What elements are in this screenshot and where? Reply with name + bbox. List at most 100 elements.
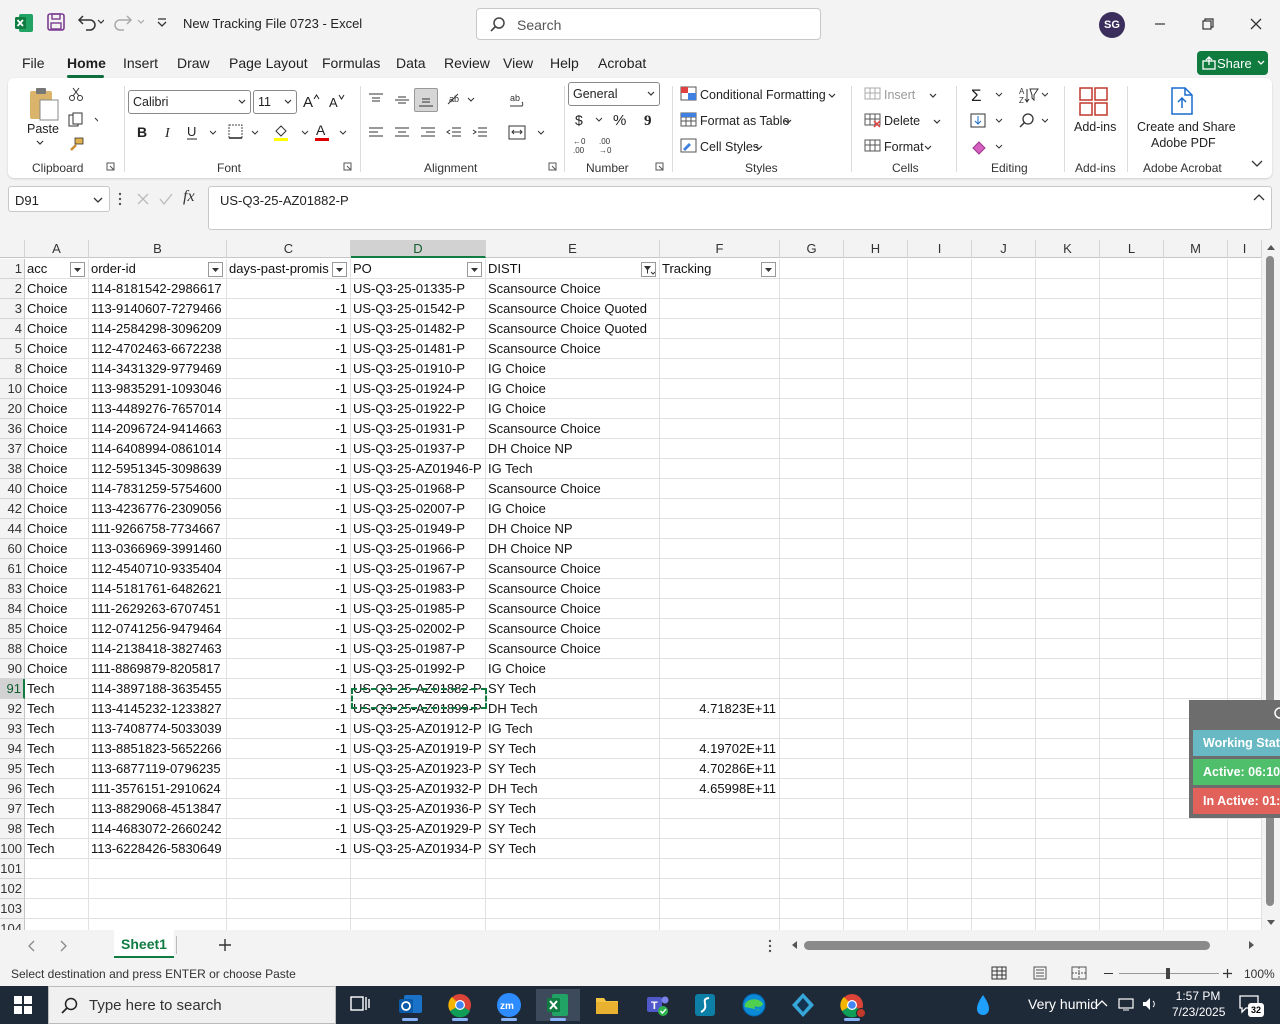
customize-toolbar-icon[interactable] xyxy=(155,12,169,32)
insert-cells-icon[interactable] xyxy=(864,86,882,102)
cell-days[interactable]: -1 xyxy=(227,639,351,659)
cell-po[interactable] xyxy=(351,879,486,899)
empty-cell[interactable] xyxy=(972,679,1036,699)
row-header[interactable]: 8 xyxy=(0,359,25,379)
cell-days[interactable]: -1 xyxy=(227,499,351,519)
empty-cell[interactable] xyxy=(1036,279,1100,299)
empty-cell[interactable] xyxy=(844,259,908,279)
empty-cell[interactable] xyxy=(1100,859,1164,879)
delete-cells-icon[interactable] xyxy=(864,112,882,128)
sketch-app-icon[interactable] xyxy=(683,989,727,1021)
teams-icon[interactable]: T xyxy=(634,989,678,1021)
empty-cell[interactable] xyxy=(972,879,1036,899)
volume-icon[interactable] xyxy=(1141,996,1159,1012)
empty-cell[interactable] xyxy=(1164,539,1228,559)
column-header-f[interactable]: F xyxy=(660,240,780,258)
cell-days[interactable]: -1 xyxy=(227,399,351,419)
cell-track[interactable] xyxy=(660,679,780,699)
row-header[interactable]: 88 xyxy=(0,639,25,659)
empty-cell[interactable] xyxy=(1100,639,1164,659)
column-header-m[interactable]: M xyxy=(1164,240,1228,258)
cell-po[interactable]: US-Q3-25-01910-P xyxy=(351,359,486,379)
cell-track[interactable]: 4.71823E+11 xyxy=(660,699,780,719)
cell-po[interactable]: US-Q3-25-AZ01946-P xyxy=(351,459,486,479)
filter-dropdown-icon[interactable] xyxy=(70,262,85,277)
windows-start-icon[interactable] xyxy=(14,996,32,1014)
percent-icon[interactable]: % xyxy=(612,112,630,128)
cell-po[interactable]: US-Q3-25-01987-P xyxy=(351,639,486,659)
cell-days[interactable]: -1 xyxy=(227,679,351,699)
cell-days[interactable]: -1 xyxy=(227,539,351,559)
chevron-down-icon[interactable] xyxy=(36,140,44,146)
cell-order[interactable]: 114-7831259-5754600 xyxy=(89,479,227,499)
cell-acc[interactable]: Choice xyxy=(25,579,89,599)
cell-disti[interactable] xyxy=(486,919,660,930)
cell-acc[interactable]: Tech xyxy=(25,839,89,859)
row-header[interactable]: 95 xyxy=(0,759,25,779)
empty-cell[interactable] xyxy=(972,539,1036,559)
scroll-up-icon[interactable] xyxy=(1266,243,1276,251)
empty-cell[interactable] xyxy=(972,719,1036,739)
empty-cell[interactable] xyxy=(908,799,972,819)
empty-cell[interactable] xyxy=(1100,379,1164,399)
empty-cell[interactable] xyxy=(780,859,844,879)
row-header[interactable]: 10 xyxy=(0,379,25,399)
empty-cell[interactable] xyxy=(908,819,972,839)
column-header-c[interactable]: C xyxy=(227,240,351,258)
empty-cell[interactable] xyxy=(1164,439,1228,459)
cell-track[interactable] xyxy=(660,899,780,919)
empty-cell[interactable] xyxy=(1036,379,1100,399)
empty-cell[interactable] xyxy=(1164,819,1228,839)
empty-cell[interactable] xyxy=(1164,599,1228,619)
empty-cell[interactable] xyxy=(1228,439,1262,459)
empty-cell[interactable] xyxy=(908,379,972,399)
cell-acc[interactable]: Choice xyxy=(25,519,89,539)
cell-track[interactable]: 4.65998E+11 xyxy=(660,779,780,799)
empty-cell[interactable] xyxy=(1164,419,1228,439)
filter-dropdown-icon[interactable] xyxy=(208,262,223,277)
scroll-down-icon[interactable] xyxy=(1266,919,1276,927)
column-header-k[interactable]: K xyxy=(1036,240,1100,258)
empty-cell[interactable] xyxy=(908,879,972,899)
empty-cell[interactable] xyxy=(1036,619,1100,639)
empty-cell[interactable] xyxy=(908,279,972,299)
borders-icon[interactable] xyxy=(228,124,262,140)
undo-icon[interactable] xyxy=(76,12,104,32)
row-header[interactable]: 3 xyxy=(0,299,25,319)
empty-cell[interactable] xyxy=(908,559,972,579)
column-header-n[interactable]: I xyxy=(1228,240,1262,258)
empty-cell[interactable] xyxy=(1164,659,1228,679)
empty-cell[interactable] xyxy=(1100,439,1164,459)
cell-track[interactable] xyxy=(660,299,780,319)
empty-cell[interactable] xyxy=(1228,259,1262,279)
cell-track[interactable] xyxy=(660,819,780,839)
empty-cell[interactable] xyxy=(1036,699,1100,719)
chevron-down-icon[interactable] xyxy=(933,119,941,125)
cell-acc[interactable]: Choice xyxy=(25,299,89,319)
empty-cell[interactable] xyxy=(972,579,1036,599)
empty-cell[interactable] xyxy=(1036,299,1100,319)
empty-cell[interactable] xyxy=(1228,839,1262,859)
empty-cell[interactable] xyxy=(844,859,908,879)
align-left-icon[interactable] xyxy=(368,126,384,140)
empty-cell[interactable] xyxy=(972,259,1036,279)
cell-days[interactable]: -1 xyxy=(227,579,351,599)
cell-disti[interactable]: IG Choice xyxy=(486,499,660,519)
empty-cell[interactable] xyxy=(1164,339,1228,359)
cell-days[interactable]: -1 xyxy=(227,359,351,379)
empty-cell[interactable] xyxy=(1100,839,1164,859)
column-header-e[interactable]: E xyxy=(486,240,660,258)
cell-po[interactable] xyxy=(351,859,486,879)
empty-cell[interactable] xyxy=(780,259,844,279)
redo-icon[interactable] xyxy=(114,12,144,32)
empty-cell[interactable] xyxy=(844,359,908,379)
empty-cell[interactable] xyxy=(1100,299,1164,319)
cell-order[interactable]: 113-6228426-5830649 xyxy=(89,839,227,859)
empty-cell[interactable] xyxy=(1164,899,1228,919)
cell-disti[interactable]: Scansource Choice Quoted xyxy=(486,299,660,319)
header-cell-po[interactable]: PO xyxy=(351,259,486,279)
row-header[interactable]: 91 xyxy=(0,679,25,699)
italic-icon[interactable]: I xyxy=(162,124,176,140)
empty-cell[interactable] xyxy=(1164,479,1228,499)
cell-order[interactable]: 111-8869879-8205817 xyxy=(89,659,227,679)
